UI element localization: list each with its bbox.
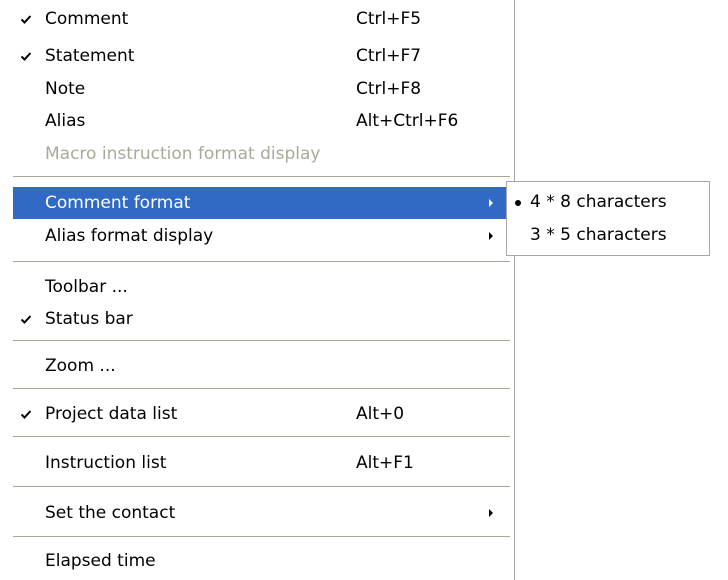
menu-item-label: Comment [45, 9, 129, 29]
shortcut-label: Ctrl+F8 [356, 79, 422, 99]
menu-item-label: Note [45, 79, 86, 99]
menu-item-set-the-contact[interactable]: Set the contact [13, 497, 514, 529]
menu-item-instruction-list[interactable]: Instruction list Alt+F1 [13, 447, 514, 479]
menu-item-label: Zoom ... [45, 356, 116, 376]
menu-item-label: Alias [45, 111, 86, 131]
menu-item-status-bar[interactable]: Status bar [13, 303, 514, 335]
menu-item-alias[interactable]: Alias Alt+Ctrl+F6 [13, 105, 514, 137]
menu-item-toolbar[interactable]: Toolbar ... [13, 271, 514, 303]
check-icon [21, 303, 41, 335]
menu-item-label: Alias format display [45, 226, 214, 246]
view-menu: Comment Ctrl+F5 Statement Ctrl+F7 Note C… [0, 0, 515, 580]
menu-item-label: Instruction list [45, 453, 167, 473]
shortcut-label: Ctrl+F5 [356, 9, 422, 29]
radio-bullet-icon [515, 200, 521, 206]
submenu-item-label: 4 * 8 characters [530, 192, 667, 212]
menu-item-label: Status bar [45, 309, 133, 329]
check-icon [21, 398, 41, 430]
menu-item-statement[interactable]: Statement Ctrl+F7 [13, 40, 514, 72]
menu-item-elapsed-time[interactable]: Elapsed time [13, 545, 514, 577]
menu-item-comment-format[interactable]: Comment format [13, 187, 514, 219]
menu-item-comment[interactable]: Comment Ctrl+F5 [13, 3, 514, 35]
menu-separator [13, 436, 510, 437]
submenu-arrow-icon [489, 509, 493, 517]
menu-separator [13, 388, 510, 389]
submenu-item-4x8-characters[interactable]: 4 * 8 characters [510, 186, 708, 218]
menu-separator [13, 486, 510, 487]
menu-separator [13, 536, 510, 537]
menu-item-note[interactable]: Note Ctrl+F8 [13, 73, 514, 105]
menu-item-label: Elapsed time [45, 551, 156, 571]
menu-item-label: Set the contact [45, 503, 176, 523]
menu-item-alias-format-display[interactable]: Alias format display [13, 220, 514, 252]
menu-separator [13, 340, 510, 341]
menu-item-label: Statement [45, 46, 135, 66]
menu-item-label: Project data list [45, 404, 178, 424]
shortcut-label: Alt+F1 [356, 453, 414, 473]
menu-item-zoom[interactable]: Zoom ... [13, 350, 514, 382]
menu-item-label: Comment format [45, 193, 191, 213]
submenu-item-label: 3 * 5 characters [530, 225, 667, 245]
menu-item-macro-instruction-format-display: Macro instruction format display [13, 138, 514, 170]
submenu-arrow-icon [489, 232, 493, 240]
shortcut-label: Alt+Ctrl+F6 [356, 111, 459, 131]
submenu-item-3x5-characters[interactable]: 3 * 5 characters [510, 219, 708, 251]
menu-item-project-data-list[interactable]: Project data list Alt+0 [13, 398, 514, 430]
comment-format-submenu: 4 * 8 characters 3 * 5 characters [506, 181, 710, 256]
shortcut-label: Alt+0 [356, 404, 405, 424]
menu-separator [13, 176, 510, 177]
menu-item-label: Toolbar ... [45, 277, 128, 297]
menu-item-label: Macro instruction format display [45, 144, 321, 164]
check-icon [21, 3, 41, 35]
menu-separator [13, 261, 510, 262]
submenu-arrow-icon [489, 199, 493, 207]
shortcut-label: Ctrl+F7 [356, 46, 422, 66]
check-icon [21, 40, 41, 72]
